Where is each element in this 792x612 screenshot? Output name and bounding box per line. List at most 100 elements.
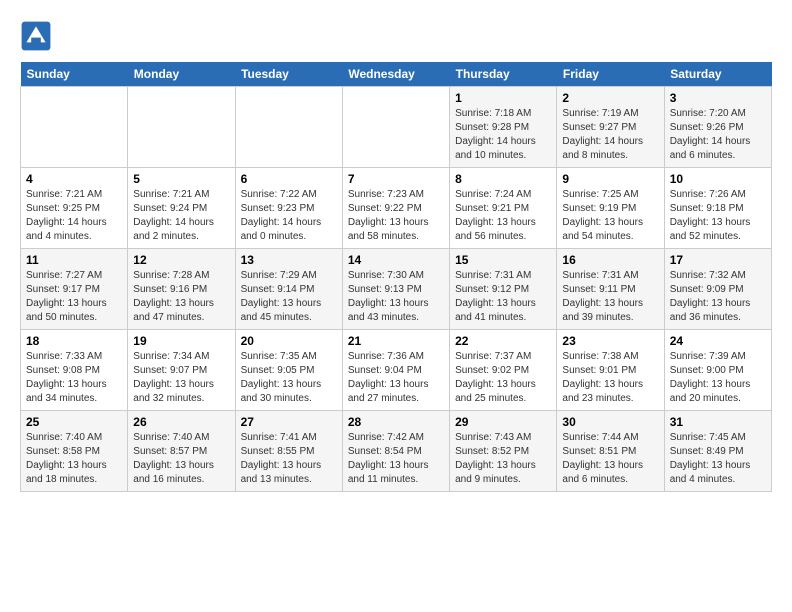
header-row: SundayMondayTuesdayWednesdayThursdayFrid… <box>21 62 772 87</box>
day-number: 18 <box>26 334 122 348</box>
week-row-1: 1 Sunrise: 7:18 AM Sunset: 9:28 PM Daylig… <box>21 87 772 168</box>
day-number: 6 <box>241 172 337 186</box>
day-info: Sunrise: 7:21 AM Sunset: 9:25 PM Dayligh… <box>26 188 122 244</box>
day-info: Sunrise: 7:30 AM Sunset: 9:13 PM Dayligh… <box>348 269 444 325</box>
logo <box>20 20 58 52</box>
day-number: 24 <box>670 334 766 348</box>
day-info: Sunrise: 7:26 AM Sunset: 9:18 PM Dayligh… <box>670 188 766 244</box>
calendar-body: 1 Sunrise: 7:18 AM Sunset: 9:28 PM Daylig… <box>21 87 772 492</box>
day-info: Sunrise: 7:21 AM Sunset: 9:24 PM Dayligh… <box>133 188 229 244</box>
day-info: Sunrise: 7:19 AM Sunset: 9:27 PM Dayligh… <box>562 107 658 163</box>
day-number: 15 <box>455 253 551 267</box>
day-info: Sunrise: 7:43 AM Sunset: 8:52 PM Dayligh… <box>455 431 551 487</box>
day-cell: 30 Sunrise: 7:44 AM Sunset: 8:51 PM Dayli… <box>557 411 664 492</box>
week-row-2: 4Sunrise: 7:21 AM Sunset: 9:25 PM Daylig… <box>21 168 772 249</box>
day-info: Sunrise: 7:25 AM Sunset: 9:19 PM Dayligh… <box>562 188 658 244</box>
day-number: 26 <box>133 415 229 429</box>
header-cell-saturday: Saturday <box>664 62 771 87</box>
header-cell-thursday: Thursday <box>450 62 557 87</box>
day-info: Sunrise: 7:18 AM Sunset: 9:28 PM Dayligh… <box>455 107 551 163</box>
day-cell <box>235 87 342 168</box>
day-cell: 22 Sunrise: 7:37 AM Sunset: 9:02 PM Dayli… <box>450 330 557 411</box>
day-number: 27 <box>241 415 337 429</box>
day-number: 10 <box>670 172 766 186</box>
day-cell: 17 Sunrise: 7:32 AM Sunset: 9:09 PM Dayli… <box>664 249 771 330</box>
day-cell <box>21 87 128 168</box>
day-info: Sunrise: 7:45 AM Sunset: 8:49 PM Dayligh… <box>670 431 766 487</box>
day-cell: 7Sunrise: 7:23 AM Sunset: 9:22 PM Daylig… <box>342 168 449 249</box>
day-info: Sunrise: 7:42 AM Sunset: 8:54 PM Dayligh… <box>348 431 444 487</box>
day-cell: 5 Sunrise: 7:21 AM Sunset: 9:24 PM Daylig… <box>128 168 235 249</box>
day-info: Sunrise: 7:35 AM Sunset: 9:05 PM Dayligh… <box>241 350 337 406</box>
day-info: Sunrise: 7:31 AM Sunset: 9:12 PM Dayligh… <box>455 269 551 325</box>
day-number: 11 <box>26 253 122 267</box>
day-cell: 24 Sunrise: 7:39 AM Sunset: 9:00 PM Dayli… <box>664 330 771 411</box>
day-number: 30 <box>562 415 658 429</box>
day-info: Sunrise: 7:39 AM Sunset: 9:00 PM Dayligh… <box>670 350 766 406</box>
day-number: 7 <box>348 172 444 186</box>
day-number: 8 <box>455 172 551 186</box>
day-info: Sunrise: 7:40 AM Sunset: 8:58 PM Dayligh… <box>26 431 122 487</box>
day-cell: 18 Sunrise: 7:33 AM Sunset: 9:08 PM Dayli… <box>21 330 128 411</box>
day-number: 23 <box>562 334 658 348</box>
day-number: 1 <box>455 91 551 105</box>
day-cell: 6Sunrise: 7:22 AM Sunset: 9:23 PM Daylig… <box>235 168 342 249</box>
calendar-table: SundayMondayTuesdayWednesdayThursdayFrid… <box>20 62 772 492</box>
day-cell: 15 Sunrise: 7:31 AM Sunset: 9:12 PM Dayli… <box>450 249 557 330</box>
day-cell: 31Sunrise: 7:45 AM Sunset: 8:49 PM Dayli… <box>664 411 771 492</box>
logo-icon <box>20 20 52 52</box>
day-number: 13 <box>241 253 337 267</box>
day-cell: 16 Sunrise: 7:31 AM Sunset: 9:11 PM Dayli… <box>557 249 664 330</box>
day-cell: 19 Sunrise: 7:34 AM Sunset: 9:07 PM Dayli… <box>128 330 235 411</box>
day-info: Sunrise: 7:20 AM Sunset: 9:26 PM Dayligh… <box>670 107 766 163</box>
day-info: Sunrise: 7:32 AM Sunset: 9:09 PM Dayligh… <box>670 269 766 325</box>
header-cell-monday: Monday <box>128 62 235 87</box>
day-info: Sunrise: 7:44 AM Sunset: 8:51 PM Dayligh… <box>562 431 658 487</box>
day-info: Sunrise: 7:41 AM Sunset: 8:55 PM Dayligh… <box>241 431 337 487</box>
day-number: 12 <box>133 253 229 267</box>
day-cell: 14Sunrise: 7:30 AM Sunset: 9:13 PM Dayli… <box>342 249 449 330</box>
day-cell: 11 Sunrise: 7:27 AM Sunset: 9:17 PM Dayli… <box>21 249 128 330</box>
header-cell-sunday: Sunday <box>21 62 128 87</box>
day-cell: 1 Sunrise: 7:18 AM Sunset: 9:28 PM Daylig… <box>450 87 557 168</box>
week-row-3: 11 Sunrise: 7:27 AM Sunset: 9:17 PM Dayli… <box>21 249 772 330</box>
day-number: 19 <box>133 334 229 348</box>
day-number: 21 <box>348 334 444 348</box>
day-info: Sunrise: 7:28 AM Sunset: 9:16 PM Dayligh… <box>133 269 229 325</box>
day-cell: 13 Sunrise: 7:29 AM Sunset: 9:14 PM Dayli… <box>235 249 342 330</box>
day-info: Sunrise: 7:34 AM Sunset: 9:07 PM Dayligh… <box>133 350 229 406</box>
calendar-header: SundayMondayTuesdayWednesdayThursdayFrid… <box>21 62 772 87</box>
day-info: Sunrise: 7:38 AM Sunset: 9:01 PM Dayligh… <box>562 350 658 406</box>
day-number: 3 <box>670 91 766 105</box>
day-info: Sunrise: 7:36 AM Sunset: 9:04 PM Dayligh… <box>348 350 444 406</box>
day-cell <box>342 87 449 168</box>
day-info: Sunrise: 7:37 AM Sunset: 9:02 PM Dayligh… <box>455 350 551 406</box>
day-info: Sunrise: 7:24 AM Sunset: 9:21 PM Dayligh… <box>455 188 551 244</box>
day-cell: 4Sunrise: 7:21 AM Sunset: 9:25 PM Daylig… <box>21 168 128 249</box>
header-cell-wednesday: Wednesday <box>342 62 449 87</box>
day-cell: 27 Sunrise: 7:41 AM Sunset: 8:55 PM Dayli… <box>235 411 342 492</box>
day-number: 9 <box>562 172 658 186</box>
day-number: 16 <box>562 253 658 267</box>
day-info: Sunrise: 7:33 AM Sunset: 9:08 PM Dayligh… <box>26 350 122 406</box>
day-info: Sunrise: 7:29 AM Sunset: 9:14 PM Dayligh… <box>241 269 337 325</box>
day-number: 2 <box>562 91 658 105</box>
day-number: 17 <box>670 253 766 267</box>
day-number: 20 <box>241 334 337 348</box>
day-cell: 9 Sunrise: 7:25 AM Sunset: 9:19 PM Daylig… <box>557 168 664 249</box>
day-number: 29 <box>455 415 551 429</box>
day-cell: 8 Sunrise: 7:24 AM Sunset: 9:21 PM Daylig… <box>450 168 557 249</box>
day-cell: 3 Sunrise: 7:20 AM Sunset: 9:26 PM Daylig… <box>664 87 771 168</box>
week-row-4: 18 Sunrise: 7:33 AM Sunset: 9:08 PM Dayli… <box>21 330 772 411</box>
day-number: 22 <box>455 334 551 348</box>
day-info: Sunrise: 7:40 AM Sunset: 8:57 PM Dayligh… <box>133 431 229 487</box>
page-header <box>20 20 772 52</box>
day-cell: 28Sunrise: 7:42 AM Sunset: 8:54 PM Dayli… <box>342 411 449 492</box>
day-cell: 10 Sunrise: 7:26 AM Sunset: 9:18 PM Dayli… <box>664 168 771 249</box>
day-cell: 20 Sunrise: 7:35 AM Sunset: 9:05 PM Dayli… <box>235 330 342 411</box>
day-cell: 23 Sunrise: 7:38 AM Sunset: 9:01 PM Dayli… <box>557 330 664 411</box>
day-number: 5 <box>133 172 229 186</box>
day-info: Sunrise: 7:27 AM Sunset: 9:17 PM Dayligh… <box>26 269 122 325</box>
header-cell-tuesday: Tuesday <box>235 62 342 87</box>
day-info: Sunrise: 7:31 AM Sunset: 9:11 PM Dayligh… <box>562 269 658 325</box>
